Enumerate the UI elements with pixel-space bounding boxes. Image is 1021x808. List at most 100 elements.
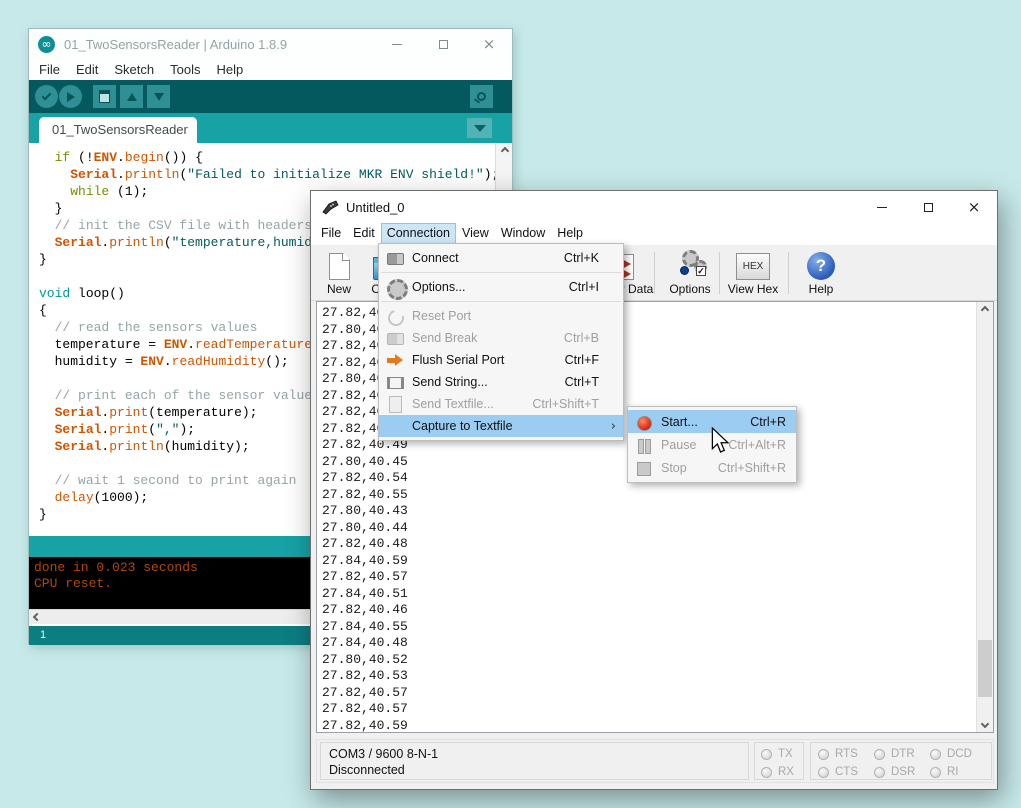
current-line-number: 1 (40, 629, 46, 641)
arduino-close-button[interactable]: × (466, 29, 512, 59)
new-file-icon (329, 253, 350, 280)
menu-help[interactable]: Help (551, 223, 589, 245)
menu-item-label: Reset Port (412, 309, 471, 323)
signal-indicator-panel: RTSCTSDTRDSRDCDRI (810, 742, 992, 780)
menu-item-options[interactable]: Options...Ctrl+I (379, 276, 623, 298)
arrow-up-icon (127, 93, 137, 101)
menu-item-label: Pause (661, 438, 696, 452)
options-gears-icon: ✓ (674, 250, 706, 280)
indicator-cts: CTS (818, 766, 858, 778)
menu-item-shortcut: Ctrl+K (564, 251, 599, 265)
toolbar-help-button[interactable]: ?Help (793, 249, 849, 297)
tab-menu-button[interactable] (467, 118, 492, 138)
stop-icon (634, 459, 654, 477)
scroll-down-button[interactable] (977, 716, 993, 732)
menu-item-shortcut: Ctrl+B (564, 331, 599, 345)
connection-menu: ConnectCtrl+K Options...Ctrl+I Reset Port S… (378, 243, 624, 441)
chevron-up-icon (981, 306, 989, 314)
toolbar-view-hex-button[interactable]: HEXView Hex (725, 249, 781, 297)
menu-item-reset-port[interactable]: Reset Port (379, 305, 623, 327)
arduino-maximize-button[interactable] (420, 29, 466, 59)
scroll-up-button[interactable] (977, 302, 993, 318)
terminal-window-title: Untitled_0 (346, 200, 405, 215)
serial-monitor-button[interactable] (470, 85, 493, 108)
menu-sketch[interactable]: Sketch (106, 60, 162, 79)
menu-help[interactable]: Help (208, 60, 251, 79)
menu-item-label: Send Break (412, 331, 477, 345)
connection-state-text: Disconnected (329, 762, 740, 778)
arduino-toolbar (29, 80, 512, 113)
magnifier-icon (477, 92, 486, 101)
scrollbar-thumb[interactable] (978, 640, 992, 697)
toolbar-options-button[interactable]: ✓ Options (662, 249, 718, 297)
arduino-menubar: FileEditSketchToolsHelp (29, 59, 512, 80)
indicator-label: RTS (835, 748, 858, 760)
code-line: if (!ENV.begin()) { (39, 149, 499, 166)
view-hex-icon: HEX (736, 253, 770, 280)
help-icon: ? (807, 252, 835, 280)
menu-edit[interactable]: Edit (347, 223, 381, 245)
led-icon (761, 767, 772, 778)
indicator-dcd: DCD (930, 748, 972, 760)
terminal-close-button[interactable]: × (951, 191, 997, 223)
menu-window[interactable]: Window (495, 223, 551, 245)
send-textfile-icon (385, 395, 405, 413)
open-sketch-button[interactable] (120, 85, 143, 108)
indicator-tx: TX (761, 748, 793, 760)
indicator-label: RX (778, 766, 794, 778)
scroll-left-button[interactable] (29, 610, 45, 625)
maximize-icon (924, 203, 933, 212)
menu-file[interactable]: File (31, 60, 68, 79)
toolbar-label: Options (662, 282, 718, 296)
terminal-minimize-button[interactable] (859, 191, 905, 223)
terminal-maximize-button[interactable] (905, 191, 951, 223)
arrow-right-icon (67, 92, 75, 102)
arduino-minimize-button[interactable] (374, 29, 420, 59)
menu-item-shortcut: Ctrl+F (565, 353, 599, 367)
menu-item-label: Capture to Textfile (412, 419, 513, 433)
menu-item-shortcut: Ctrl+Shift+R (718, 461, 786, 475)
menu-item-shortcut: Ctrl+I (569, 280, 599, 294)
menu-edit[interactable]: Edit (68, 60, 106, 79)
menu-connection[interactable]: Connection (381, 223, 456, 245)
menu-tools[interactable]: Tools (162, 60, 208, 79)
upload-button[interactable] (59, 85, 82, 108)
sketch-tab[interactable]: 01_TwoSensorsReader (39, 117, 197, 143)
verify-button[interactable] (35, 85, 58, 108)
menu-item-send-break[interactable]: Send Break Ctrl+B (379, 327, 623, 349)
send-string-icon (385, 373, 405, 391)
indicator-ri: RI (930, 766, 959, 778)
flush-icon (385, 351, 405, 369)
terminal-status-bar: COM3 / 9600 8-N-1 Disconnected TX RX RTS C… (316, 739, 994, 783)
menu-file[interactable]: File (315, 223, 347, 245)
indicator-label: DTR (891, 748, 915, 760)
menu-item-connect[interactable]: ConnectCtrl+K (379, 247, 623, 269)
toolbar-separator (654, 252, 655, 294)
led-icon (874, 767, 885, 778)
terminal-menubar: FileEditConnectionViewWindowHelp (311, 223, 997, 245)
arrow-down-icon (154, 93, 164, 101)
indicator-label: RI (947, 766, 959, 778)
menu-item-capture-to-textfile[interactable]: Capture to Textfile› (379, 415, 623, 437)
record-icon (634, 413, 654, 431)
minimize-icon (877, 207, 887, 208)
save-sketch-button[interactable] (147, 85, 170, 108)
menu-item-label: Send Textfile... (412, 397, 494, 411)
terminal-vertical-scrollbar[interactable] (976, 302, 993, 732)
led-icon (818, 749, 829, 760)
menu-view[interactable]: View (456, 223, 495, 245)
serial-connector-icon (321, 199, 339, 215)
scroll-up-button[interactable] (496, 143, 513, 159)
menu-item-stop[interactable]: StopCtrl+Shift+R (628, 456, 796, 479)
menu-item-send-string[interactable]: Send String...Ctrl+T (379, 371, 623, 393)
connector-icon (385, 249, 405, 267)
arduino-titlebar: ∞ 01_TwoSensorsReader | Arduino 1.8.9 × (29, 29, 512, 59)
menu-separator (381, 272, 621, 273)
reset-port-icon (385, 307, 405, 325)
menu-item-flush-serial-port[interactable]: Flush Serial PortCtrl+F (379, 349, 623, 371)
chevron-down-icon (981, 720, 989, 728)
port-info-panel: COM3 / 9600 8-N-1 Disconnected (320, 742, 749, 780)
send-break-icon (385, 329, 405, 347)
menu-item-send-textfile[interactable]: Send Textfile...Ctrl+Shift+T (379, 393, 623, 415)
new-sketch-button[interactable] (93, 85, 116, 108)
